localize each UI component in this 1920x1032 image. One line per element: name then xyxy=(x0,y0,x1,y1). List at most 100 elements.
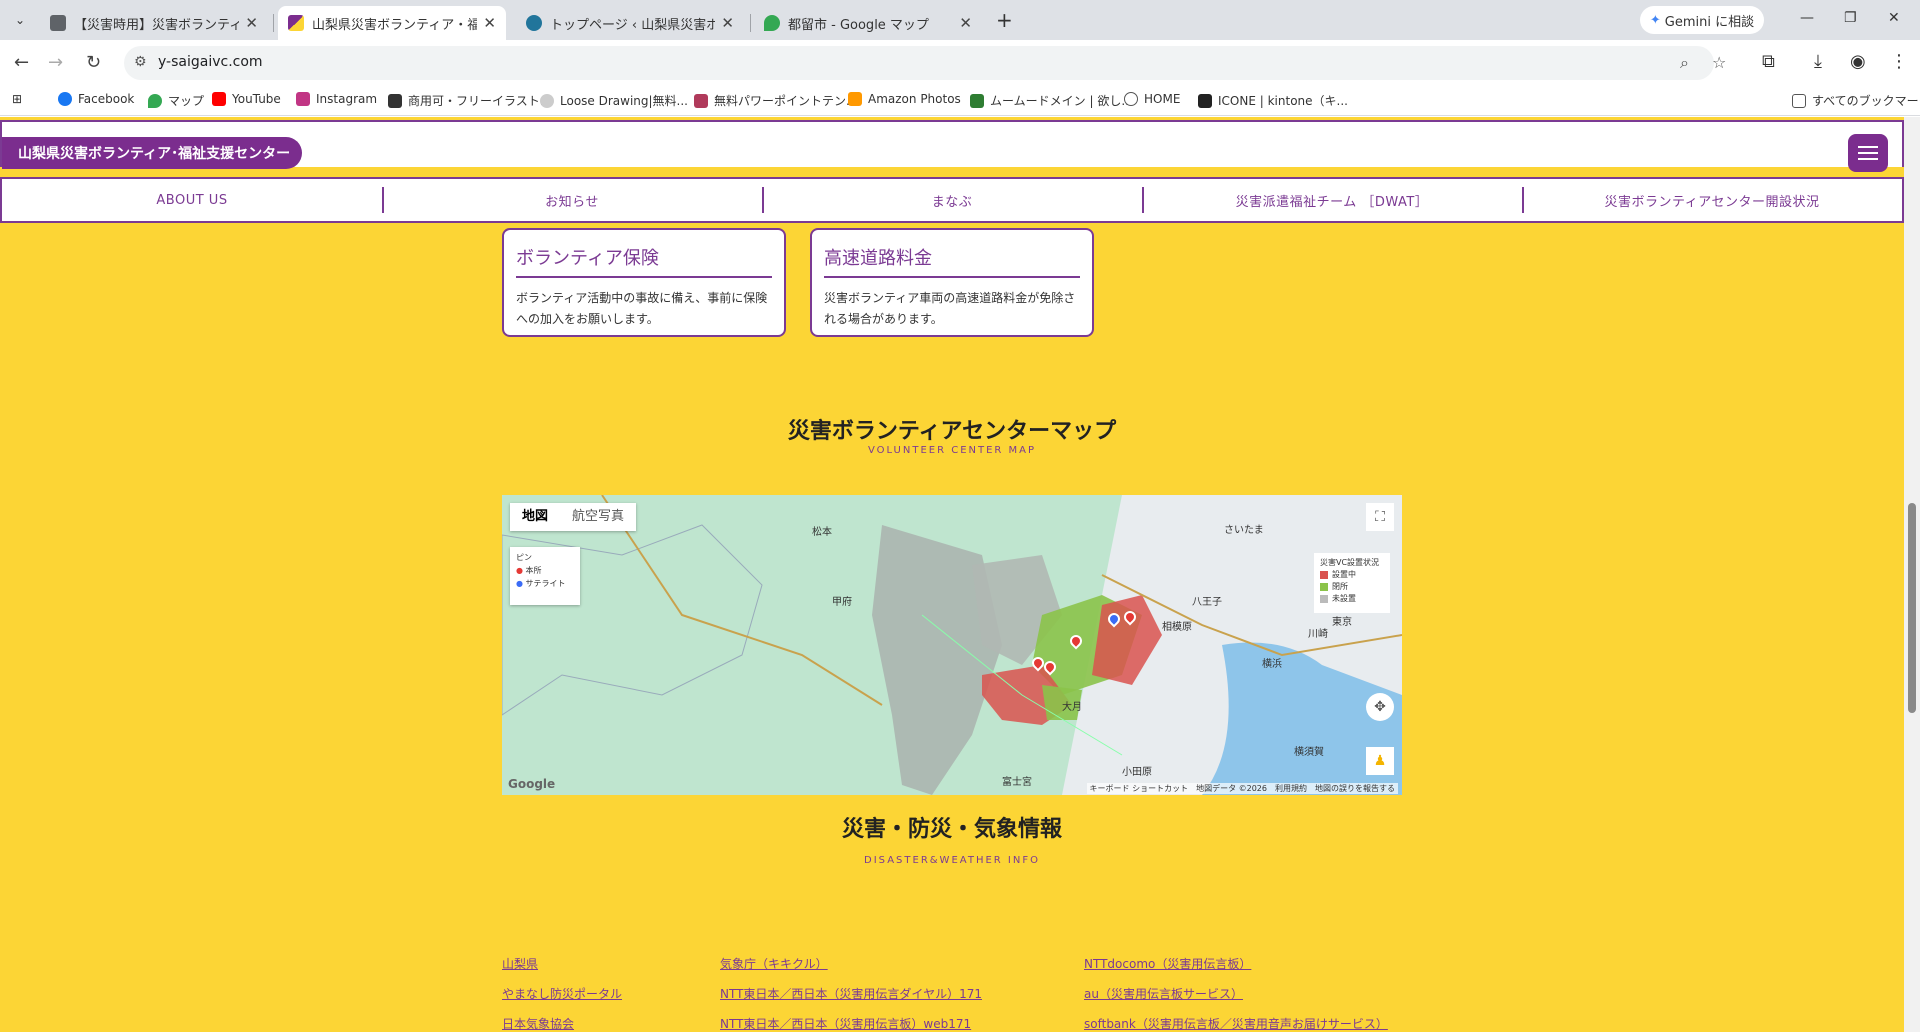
reload-icon[interactable]: ↻ xyxy=(86,52,101,73)
bookmark-muumuu[interactable]: ムームードメイン | 欲し... xyxy=(970,92,1133,109)
back-arrow-icon[interactable]: ← xyxy=(14,52,29,73)
url-text[interactable]: y-saigaivc.com xyxy=(158,54,263,70)
link-softbank[interactable]: softbank（災害用伝言板／災害用音声お届けサービス） xyxy=(1084,1015,1388,1032)
nav-dwat[interactable]: 災害派遣福祉チーム ［DWAT］ xyxy=(1142,179,1522,221)
gemini-label: Gemini に相談 xyxy=(1664,14,1755,30)
forward-arrow-icon[interactable]: → xyxy=(48,52,63,73)
tab-divider xyxy=(750,14,751,32)
bookmark-instagram[interactable]: Instagram xyxy=(296,92,377,106)
ppt-icon xyxy=(694,93,708,108)
site-favicon-icon xyxy=(288,15,304,31)
pin-legend-title: ピン xyxy=(516,553,532,562)
profile-avatar-icon[interactable]: ◉ xyxy=(1850,51,1866,72)
red-pin-icon: ● xyxy=(516,566,523,575)
info-card-insurance[interactable]: ボランティア保険 ボランティア活動中の事故に備え、事前に保険への加入をお願いしま… xyxy=(502,228,786,337)
card-text: ボランティア活動中の事故に備え、事前に保険への加入をお願いします。 xyxy=(516,291,768,326)
link-kikikuru[interactable]: 気象庁（キキクル） xyxy=(720,955,828,972)
link-yamanashi[interactable]: 山梨県 xyxy=(502,955,538,972)
nav-about[interactable]: ABOUT US xyxy=(2,179,382,221)
address-bar[interactable] xyxy=(124,46,1714,80)
site-logo[interactable]: 山梨県災害ボランティア･福祉支援センター xyxy=(2,137,302,169)
bookmark-home[interactable]: HOME xyxy=(1124,92,1180,106)
fullscreen-icon[interactable]: ⛶ xyxy=(1366,503,1394,531)
close-tab-icon[interactable]: ✕ xyxy=(959,14,972,32)
download-icon[interactable]: ⤓ xyxy=(1814,51,1822,72)
bookmark-amazon-photos[interactable]: Amazon Photos xyxy=(848,92,961,106)
bookmark-ppt-template[interactable]: 無料パワーポイントテン... xyxy=(694,92,857,109)
tab-search-chevron-icon[interactable]: ⌄ xyxy=(8,8,32,32)
map-place-label: 甲府 xyxy=(832,595,852,608)
map-place-label: 小田原 xyxy=(1122,766,1152,778)
link-tenki[interactable]: 日本気象協会 xyxy=(502,1015,574,1032)
map-place-label: さいたま xyxy=(1224,524,1264,536)
link-docomo[interactable]: NTTdocomo（災害用伝言板） xyxy=(1084,955,1251,972)
pin-legend: ピン ● 本所 ● サテライト xyxy=(510,547,580,605)
google-logo: Google xyxy=(508,777,556,791)
all-bookmarks[interactable]: すべてのブックマーク xyxy=(1792,92,1920,109)
wordpress-favicon-icon xyxy=(526,15,542,31)
sheet-favicon-icon xyxy=(50,15,66,31)
facebook-icon xyxy=(58,92,72,106)
scrollbar-thumb[interactable] xyxy=(1908,503,1916,713)
map-canvas[interactable]: さいたま 東京 小田原 川崎 横浜 横須賀 相模原 八王子 大月 松本 甲府 富… xyxy=(502,495,1402,795)
map-place-label: 八王子 xyxy=(1192,596,1222,608)
browser-tab-2[interactable]: 山梨県災害ボランティア・福祉支援 ✕ xyxy=(278,6,506,40)
blue-pin-icon: ● xyxy=(516,579,523,588)
map-tab-satellite[interactable]: 航空写真 xyxy=(560,503,636,531)
nav-news[interactable]: お知らせ xyxy=(382,179,762,221)
home-icon xyxy=(1124,92,1138,106)
hamburger-menu-button[interactable] xyxy=(1848,134,1888,172)
muumuu-icon xyxy=(970,93,984,108)
bookmark-facebook[interactable]: Facebook xyxy=(58,92,134,106)
page-scrollbar[interactable] xyxy=(1904,117,1920,1032)
close-tab-icon[interactable]: ✕ xyxy=(245,14,258,32)
bookmark-star-icon[interactable]: ☆ xyxy=(1712,53,1726,72)
apps-grid-icon[interactable]: ⊞ xyxy=(12,92,22,106)
pegman-icon[interactable]: ♟ xyxy=(1366,747,1394,775)
swatch-closed xyxy=(1320,582,1328,591)
bookmark-youtube[interactable]: YouTube xyxy=(212,92,281,106)
restore-icon[interactable]: ❐ xyxy=(1844,10,1857,26)
volunteer-center-map[interactable]: さいたま 東京 小田原 川崎 横浜 横須賀 相模原 八王子 大月 松本 甲府 富… xyxy=(502,495,1402,795)
extensions-icon[interactable]: ⧉ xyxy=(1762,51,1775,72)
folder-icon xyxy=(1792,93,1806,108)
browser-tab-4[interactable]: 都留市 - Google マップ ✕ xyxy=(754,6,982,40)
map-attribution[interactable]: キーボード ショートカット 地図データ ©2026 利用規約 地図の誤りを報告す… xyxy=(1086,783,1398,794)
chrome-menu-icon[interactable]: ⋮ xyxy=(1890,51,1908,72)
bookmark-loose-drawing[interactable]: Loose Drawing|無料... xyxy=(540,92,688,109)
bookmark-illust[interactable]: 商用可・フリーイラスト... xyxy=(388,92,551,109)
instagram-icon xyxy=(296,92,310,106)
bookmark-maps[interactable]: マップ xyxy=(148,92,204,109)
maps-favicon-icon xyxy=(764,15,780,31)
amazon-photos-icon xyxy=(848,92,862,106)
nav-learn[interactable]: まなぶ xyxy=(762,179,1142,221)
link-au[interactable]: au（災害用伝言板サービス） xyxy=(1084,985,1243,1002)
nav-vc-status[interactable]: 災害ボランティアセンター開設状況 xyxy=(1522,179,1902,221)
gemini-sparkle-icon: ✦ xyxy=(1649,12,1661,28)
tab-title: 山梨県災害ボランティア・福祉支援 xyxy=(312,17,478,33)
swatch-open xyxy=(1320,570,1328,579)
map-tab-map[interactable]: 地図 xyxy=(510,503,560,531)
zoom-icon[interactable]: ⌕ xyxy=(1680,53,1689,73)
site-header: 山梨県災害ボランティア･福祉支援センター xyxy=(0,120,1904,172)
site-info-icon[interactable]: ⚙ xyxy=(134,54,147,70)
illust-icon xyxy=(388,93,402,108)
tab-title: 【災害時用】災害ボランティアセンタ xyxy=(74,17,240,33)
link-ntt-web171[interactable]: NTT東日本／西日本（災害用伝言板）web171 xyxy=(720,1015,971,1032)
gemini-button[interactable]: ✦ Gemini に相談 xyxy=(1640,6,1764,34)
info-card-highway[interactable]: 高速道路料金 災害ボランティア車両の高速道路料金が免除される場合があります。 xyxy=(810,228,1094,337)
card-title: ボランティア保険 xyxy=(516,244,772,278)
camera-control-icon[interactable]: ✥ xyxy=(1366,693,1394,721)
browser-tab-3[interactable]: トップページ ‹ 山梨県災害ボランティ ✕ xyxy=(516,6,744,40)
link-bousai-portal[interactable]: やまなし防災ポータル xyxy=(502,985,622,1002)
site-nav: ABOUT US お知らせ まなぶ 災害派遣福祉チーム ［DWAT］ 災害ボラン… xyxy=(0,177,1904,223)
close-tab-icon[interactable]: ✕ xyxy=(483,14,496,32)
close-window-icon[interactable]: ✕ xyxy=(1888,10,1900,26)
link-ntt-171[interactable]: NTT東日本／西日本（災害用伝言ダイヤル）171 xyxy=(720,985,982,1002)
bookmark-icone[interactable]: ICONE | kintone（キ... xyxy=(1198,92,1348,109)
new-tab-plus-icon[interactable]: + xyxy=(996,8,1013,32)
minimize-icon[interactable]: — xyxy=(1800,10,1814,26)
browser-tab-1[interactable]: 【災害時用】災害ボランティアセンタ ✕ xyxy=(40,6,268,40)
tab-divider xyxy=(273,14,274,32)
close-tab-icon[interactable]: ✕ xyxy=(721,14,734,32)
